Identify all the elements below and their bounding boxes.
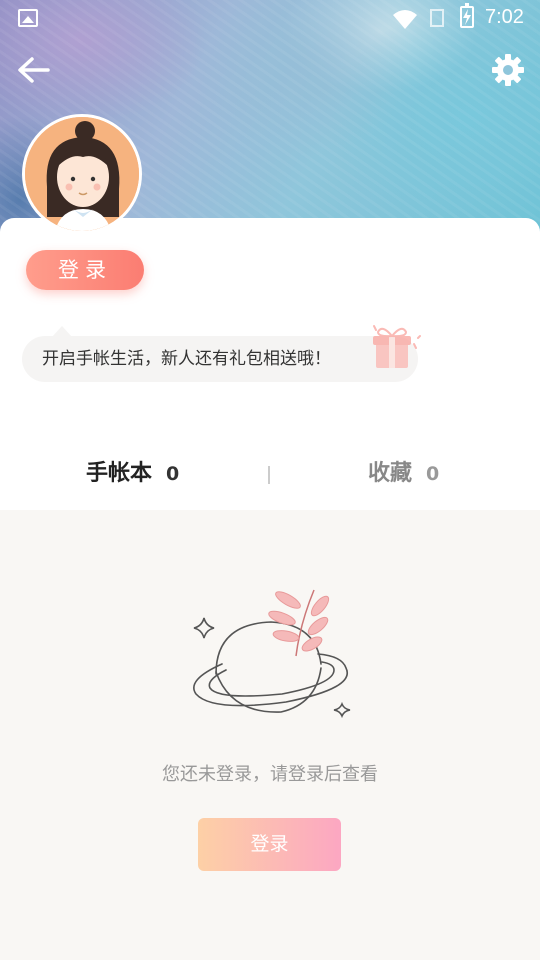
tab-favorites-label: 收藏 [368,461,413,486]
wifi-icon [393,10,417,29]
tab-favorites-count: 0 [426,463,440,485]
welcome-tip: 开启手帐生活，新人还有礼包相送哦！ [22,326,418,382]
gear-icon [492,54,524,86]
image-icon [18,9,38,27]
girl-avatar-illustration [25,117,139,231]
empty-state-login-button[interactable]: 登录 [198,818,341,871]
back-button[interactable] [14,50,54,90]
empty-state-message: 您还未登录，请登录后查看 [162,764,378,785]
arrow-left-icon [18,57,50,83]
planet-with-leaf-illustration [193,589,351,719]
tab-notebook[interactable]: 手帐本 0 [86,446,179,502]
login-button[interactable]: 登录 [26,250,144,290]
tab-divider [268,466,270,484]
no-signal-icon [430,9,444,27]
avatar[interactable] [22,114,142,234]
status-bar: 7:02 [0,0,540,38]
profile-card: 登录 开启手帐生活，新人还有礼包相送哦！ 手帐本 0 收藏 0 [0,218,540,510]
gift-icon [373,325,421,368]
tab-bar: 手帐本 0 收藏 0 [0,446,540,502]
status-time: 7:02 [485,6,524,28]
battery-charging-icon [460,3,474,28]
tab-notebook-label: 手帐本 [86,461,153,486]
tab-favorites[interactable]: 收藏 0 [368,446,439,502]
welcome-tip-text: 开启手帐生活，新人还有礼包相送哦！ [42,349,331,369]
settings-button[interactable] [488,50,528,90]
tab-notebook-count: 0 [166,463,180,485]
